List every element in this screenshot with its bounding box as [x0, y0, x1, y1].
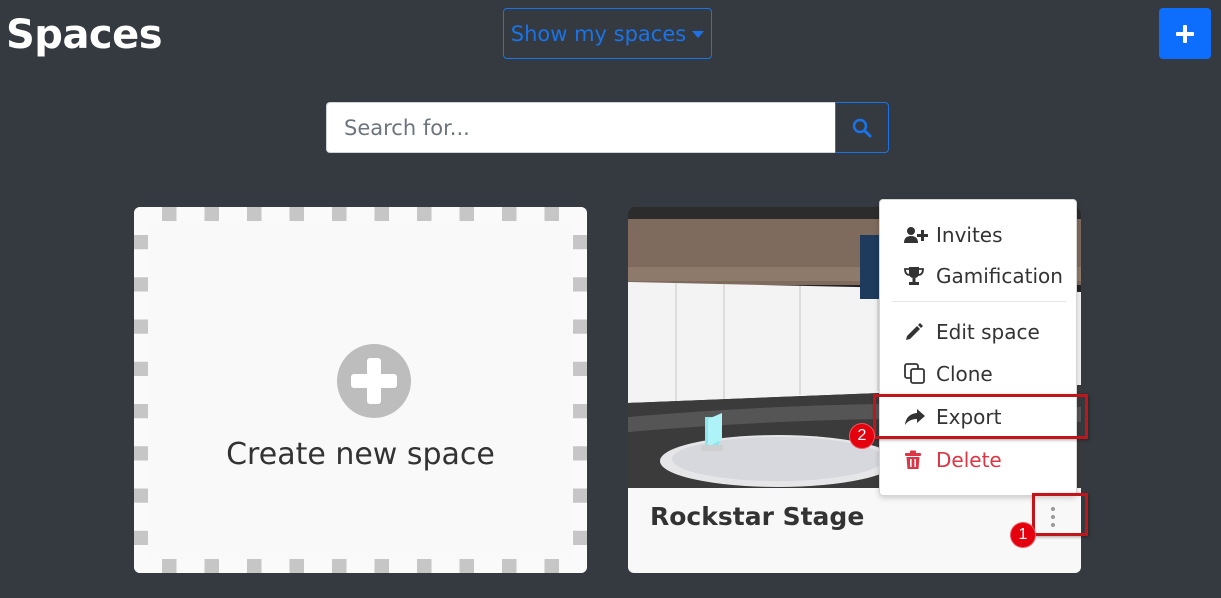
share-arrow-icon	[904, 406, 928, 428]
menu-item-invites[interactable]: Invites	[880, 215, 1076, 255]
add-space-button[interactable]	[1159, 8, 1211, 59]
search-icon	[852, 118, 872, 137]
menu-item-edit-space[interactable]: Edit space	[880, 312, 1076, 352]
plus-icon	[1176, 24, 1194, 43]
menu-item-delete[interactable]: Delete	[880, 440, 1076, 480]
menu-label: Invites	[936, 223, 1003, 247]
show-my-spaces-dropdown[interactable]: Show my spaces	[503, 8, 712, 59]
menu-item-export[interactable]: Export	[880, 397, 1076, 437]
search-button[interactable]	[835, 102, 889, 153]
filter-label: Show my spaces	[510, 21, 687, 46]
menu-label: Clone	[936, 362, 993, 386]
menu-label: Gamification	[936, 264, 1063, 288]
menu-label: Edit space	[936, 320, 1040, 344]
menu-divider	[892, 301, 1066, 302]
create-new-space-label: Create new space	[226, 437, 495, 472]
menu-item-clone[interactable]: Clone	[880, 354, 1076, 394]
trash-icon	[904, 449, 928, 471]
pencil-icon	[904, 321, 928, 343]
page-title: Spaces	[6, 12, 163, 58]
search-bar	[326, 102, 889, 153]
step-badge-2: 2	[849, 423, 875, 449]
space-name: Rockstar Stage	[650, 502, 865, 531]
create-card-body: Create new space	[148, 221, 573, 559]
menu-label: Delete	[936, 448, 1002, 472]
copy-icon	[904, 363, 928, 385]
trophy-icon	[904, 265, 928, 287]
kebab-vertical-icon[interactable]	[1046, 505, 1060, 529]
menu-label: Export	[936, 405, 1002, 429]
search-input[interactable]	[326, 102, 835, 153]
user-plus-icon	[904, 224, 928, 246]
caret-down-icon	[692, 31, 705, 38]
plus-circle-icon	[337, 344, 411, 418]
create-new-space-card[interactable]: Create new space	[134, 207, 587, 573]
step-badge-1: 1	[1010, 522, 1036, 548]
space-context-menu: Invites Gamification Edit space Clone Ex…	[879, 199, 1077, 496]
menu-item-gamification[interactable]: Gamification	[880, 256, 1076, 296]
